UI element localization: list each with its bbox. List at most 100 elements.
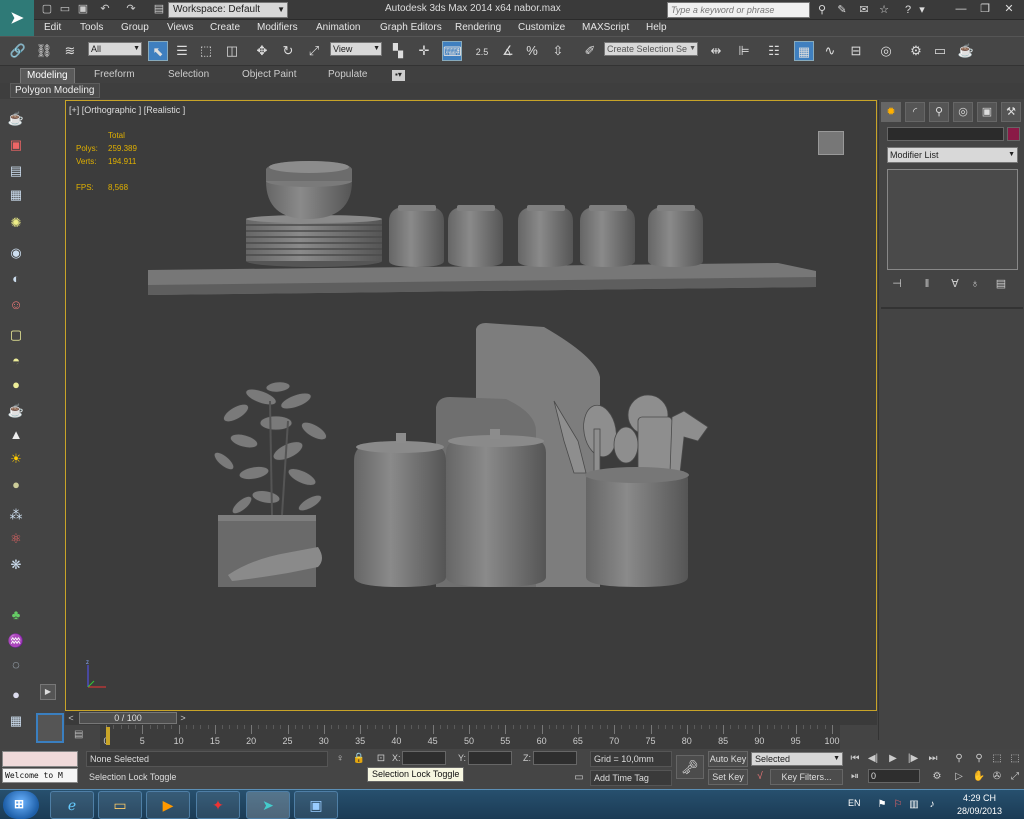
menu-maxscript[interactable]: MAXScript (582, 22, 629, 33)
menu-group[interactable]: Group (121, 22, 149, 33)
start-button[interactable]: ⊞ (3, 791, 39, 819)
next-frame-icon[interactable]: > (177, 711, 189, 725)
current-frame-input[interactable]: 0 (868, 769, 920, 783)
render-frame-icon[interactable]: ▣ (6, 136, 26, 154)
select-by-name-icon[interactable]: ☰ (172, 41, 192, 61)
z-coordinate-input[interactable] (533, 751, 577, 765)
ie-taskbar-icon[interactable]: ℯ (50, 791, 94, 819)
pan-view-icon[interactable]: ✋ (972, 770, 986, 784)
light-bulb-icon[interactable]: ✺ (6, 214, 26, 232)
maxscript-mini-listener[interactable]: Welcome to M (2, 768, 78, 783)
object-color-swatch[interactable] (1007, 127, 1020, 141)
key-filters-button[interactable]: Key Filters... (770, 769, 843, 785)
panel-icon[interactable]: ▦ (6, 186, 26, 204)
undo-icon[interactable]: ↶ (98, 3, 112, 16)
next-frame-button-icon[interactable]: |▶ (906, 752, 920, 766)
utilities-tab-icon[interactable]: ⚒ (1001, 102, 1021, 122)
configure-modifier-sets-icon[interactable]: ▤ (993, 276, 1009, 292)
go-to-start-icon[interactable]: ⏮ (848, 752, 862, 766)
maximize-viewport-icon[interactable]: ⤢ (1008, 770, 1022, 784)
modifier-stack[interactable] (887, 169, 1018, 270)
orbit-icon[interactable]: ✇ (990, 770, 1004, 784)
default-in-out-tangent-icon[interactable]: √ (753, 770, 767, 784)
menu-edit[interactable]: Edit (44, 22, 61, 33)
mask-icon[interactable]: ☺ (6, 296, 26, 314)
keyboard-shortcut-override-icon[interactable]: ⌨ (442, 41, 462, 61)
viewport-perspective[interactable]: [+] [Orthographic ] [Realistic ] Total P… (65, 100, 877, 711)
search-input[interactable]: Type a keyword or phrase (667, 2, 810, 18)
zoom-icon[interactable]: ⚲ (952, 752, 966, 766)
expand-panel-icon[interactable]: ▶ (40, 684, 56, 700)
move-icon[interactable]: ✥ (252, 41, 272, 61)
zoom-extents-all-icon[interactable]: ⬚ (1008, 752, 1022, 766)
tab-object-paint[interactable]: Object Paint (242, 68, 296, 83)
hemisphere-icon[interactable]: ◓ (6, 352, 26, 370)
menu-graph-editors[interactable]: Graph Editors (380, 22, 442, 33)
play-icon[interactable]: ▶ (886, 752, 900, 766)
menu-tools[interactable]: Tools (80, 22, 103, 33)
shell-icon[interactable]: ◌ (6, 656, 26, 674)
selection-lock-icon[interactable]: 🔒 (352, 752, 366, 766)
key-mode-dropdown[interactable]: Selected ▼ (751, 752, 843, 766)
maxscript-listener-output[interactable] (2, 751, 78, 767)
box-icon[interactable]: ▢ (6, 326, 26, 344)
angle-snap-icon[interactable]: ∡ (498, 41, 518, 61)
go-to-end-icon[interactable]: ⏭ (926, 752, 940, 766)
y-coordinate-input[interactable] (468, 751, 512, 765)
tab-modeling[interactable]: Modeling (20, 68, 75, 83)
grid-tool-icon[interactable]: ▦ (6, 712, 26, 730)
rotate-icon[interactable]: ↻ (278, 41, 298, 61)
3dsmax-taskbar-icon[interactable]: ➤ (246, 791, 290, 819)
media-player-taskbar-icon[interactable]: ▶ (146, 791, 190, 819)
edit-named-selection-icon[interactable]: ✐ (580, 41, 600, 61)
previous-frame-icon[interactable]: ◀| (866, 752, 880, 766)
molecule-icon[interactable]: ⚛ (6, 530, 26, 548)
mirror-icon[interactable]: ⇹ (706, 41, 726, 61)
network-icon[interactable]: ❋ (6, 556, 26, 574)
hair-icon[interactable]: ♒ (6, 632, 26, 650)
particles-icon[interactable]: ⁂ (6, 506, 26, 524)
menu-customize[interactable]: Customize (518, 22, 565, 33)
project-folder-icon[interactable]: ▤ (152, 3, 166, 16)
communication-icon[interactable]: ✉ (856, 2, 872, 18)
render-setup-icon[interactable]: ⚙ (906, 41, 926, 61)
unlink-icon[interactable]: ⛓ (34, 41, 54, 61)
teapot-shape-icon[interactable]: ☕ (6, 402, 26, 420)
add-time-tag[interactable]: Add Time Tag (590, 770, 672, 786)
scale-icon[interactable]: ⤢ (304, 41, 324, 61)
snap-toggle-icon[interactable]: 2.5 (472, 41, 492, 61)
subscription-icon[interactable]: ✎ (834, 2, 850, 18)
display-tab-icon[interactable]: ▣ (977, 102, 997, 122)
rectangular-selection-icon[interactable]: ⬚ (196, 41, 216, 61)
named-selection-dropdown[interactable]: Create Selection Se ▼ (604, 42, 698, 56)
render-production-icon[interactable]: ☕ (956, 41, 976, 61)
graphite-modeling-tools-icon[interactable]: ▦ (794, 41, 814, 61)
link-icon[interactable]: 🔗 (8, 41, 28, 61)
sphere-icon[interactable]: ● (6, 376, 26, 394)
comment-icon[interactable]: ▭ (572, 771, 586, 785)
tab-selection[interactable]: Selection (168, 68, 209, 83)
photo-viewer-taskbar-icon[interactable]: ▣ (294, 791, 338, 819)
pin-stack-icon[interactable]: ⊣ (889, 276, 905, 292)
menu-modifiers[interactable]: Modifiers (257, 22, 298, 33)
material-editor-icon[interactable]: ◎ (876, 41, 896, 61)
select-manipulate-icon[interactable]: ✛ (414, 41, 434, 61)
camera-icon[interactable]: ◉ (6, 244, 26, 262)
object-name-input[interactable] (887, 127, 1004, 141)
time-slider[interactable]: < 0 / 100 > (65, 711, 877, 725)
redo-icon[interactable]: ↷ (124, 3, 138, 16)
zoom-all-icon[interactable]: ⚲ (972, 752, 986, 766)
plant-icon[interactable]: ♣ (6, 606, 26, 624)
flag-icon[interactable]: ⚑ (876, 799, 888, 811)
bind-space-warp-icon[interactable]: ≋ (60, 41, 80, 61)
make-unique-icon[interactable]: ∀ (947, 276, 963, 292)
pivot-center-icon[interactable]: ▚ (388, 41, 408, 61)
film-icon[interactable]: ▤ (6, 162, 26, 180)
open-file-icon[interactable]: ▭ (58, 3, 72, 16)
disc-icon[interactable]: ● (6, 476, 26, 494)
network-tray-icon[interactable]: ▥ (908, 799, 920, 811)
prev-frame-icon[interactable]: < (65, 711, 77, 725)
binoculars-icon[interactable]: ⚲ (814, 2, 830, 18)
ribbon-options-icon[interactable]: ▪▾ (392, 70, 405, 81)
cone-icon[interactable]: ▲ (6, 426, 26, 444)
